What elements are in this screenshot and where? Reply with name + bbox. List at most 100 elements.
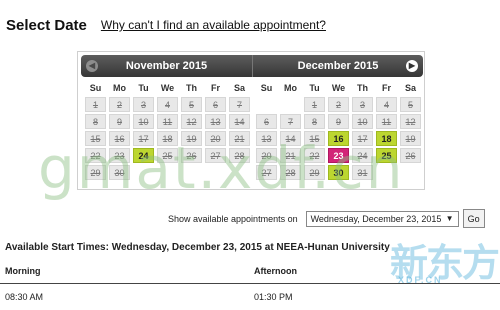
day-grid: Su Mo Tu We Th Fr Sa 1 2 3 4 5 6 7 8 9 10 11 12 13 14 15 16 17 1… bbox=[256, 81, 423, 180]
day-cell-unavailable: 8 bbox=[304, 114, 325, 129]
day-cell-unavailable: 4 bbox=[376, 97, 397, 112]
afternoon-label: Afternoon bbox=[254, 266, 297, 276]
weekday-label: Mo bbox=[284, 83, 297, 93]
day-cell-unavailable: 7 bbox=[229, 97, 250, 112]
weekday-label: Sa bbox=[233, 83, 245, 93]
day-cell-unavailable: 12 bbox=[400, 114, 421, 129]
month-header: ◀ November 2015 bbox=[81, 55, 252, 77]
day-empty bbox=[280, 97, 301, 112]
day-cell-unavailable: 10 bbox=[352, 114, 373, 129]
chevron-left-icon[interactable]: ◀ bbox=[86, 60, 98, 72]
day-empty bbox=[256, 97, 277, 112]
day-cell-unavailable: 14 bbox=[229, 114, 250, 129]
day-cell-unavailable: 14 bbox=[280, 131, 301, 146]
weekday-label: Fr bbox=[382, 83, 391, 93]
day-cell-unavailable: 11 bbox=[376, 114, 397, 129]
page-title: Select Date bbox=[6, 16, 87, 34]
weekday-label: We bbox=[160, 83, 175, 93]
weekday-label: Th bbox=[357, 83, 368, 93]
weekday-label: Mo bbox=[113, 83, 126, 93]
day-cell-unavailable: 22 bbox=[304, 148, 325, 163]
divider bbox=[0, 283, 500, 284]
day-cell-unavailable: 12 bbox=[181, 114, 202, 129]
day-cell-unavailable: 20 bbox=[205, 131, 226, 146]
day-cell-unavailable: 30 bbox=[109, 165, 130, 180]
date-select-value: Wednesday, December 23, 2015 bbox=[310, 213, 442, 224]
day-cell-unavailable: 21 bbox=[280, 148, 301, 163]
day-cell-unavailable: 1 bbox=[85, 97, 106, 112]
go-button[interactable]: Go bbox=[462, 209, 485, 228]
month-header: December 2015 ▶ bbox=[252, 55, 423, 77]
day-cell-unavailable: 10 bbox=[133, 114, 154, 129]
page-header: Select Date Why can't I find an availabl… bbox=[6, 13, 326, 37]
day-cell-unavailable: 22 bbox=[85, 148, 106, 163]
date-picker-row: Show available appointments on Wednesday… bbox=[168, 209, 485, 228]
day-cell-unavailable: 31 bbox=[352, 165, 373, 180]
day-cell-unavailable: 24 bbox=[352, 148, 373, 163]
day-cell-unavailable: 29 bbox=[304, 165, 325, 180]
day-cell-unavailable: 18 bbox=[157, 131, 178, 146]
day-cell-unavailable: 16 bbox=[109, 131, 130, 146]
calendar: ◀ November 2015 Su Mo Tu We Th Fr Sa 1 2 3 4 5 6 7 8 9 1… bbox=[77, 51, 425, 190]
day-cell-unavailable: 15 bbox=[304, 131, 325, 146]
weekday-label: Sa bbox=[404, 83, 416, 93]
day-cell-available[interactable]: 16 bbox=[328, 131, 349, 146]
day-cell-unavailable: 6 bbox=[256, 114, 277, 129]
day-cell-unavailable: 11 bbox=[157, 114, 178, 129]
day-cell-unavailable: 3 bbox=[133, 97, 154, 112]
time-slot-afternoon[interactable]: 01:30 PM bbox=[254, 292, 293, 302]
day-cell-unavailable: 27 bbox=[205, 148, 226, 163]
month-december: December 2015 ▶ Su Mo Tu We Th Fr Sa 1 2 3 4 5 6 7 8 9 1… bbox=[252, 55, 423, 180]
day-cell-unavailable: 21 bbox=[229, 131, 250, 146]
time-slot-morning[interactable]: 08:30 AM bbox=[5, 292, 43, 302]
day-cell-unavailable: 15 bbox=[85, 131, 106, 146]
day-cell-unavailable: 6 bbox=[205, 97, 226, 112]
day-cell-unavailable: 8 bbox=[85, 114, 106, 129]
day-cell-unavailable: 4 bbox=[157, 97, 178, 112]
xdf-logo: 新东方 bbox=[390, 241, 500, 285]
chevron-down-icon: ▼ bbox=[445, 214, 454, 223]
day-cell-unavailable: 20 bbox=[256, 148, 277, 163]
chevron-right-icon[interactable]: ▶ bbox=[406, 60, 418, 72]
day-cell-unavailable: 27 bbox=[256, 165, 277, 180]
day-cell-unavailable: 9 bbox=[328, 114, 349, 129]
day-cell-unavailable: 23 bbox=[109, 148, 130, 163]
day-cell-unavailable: 5 bbox=[400, 97, 421, 112]
day-cell-unavailable: 7 bbox=[280, 114, 301, 129]
weekday-label: Tu bbox=[309, 83, 320, 93]
day-cell-selected[interactable]: 23 bbox=[328, 148, 349, 163]
day-cell-unavailable: 17 bbox=[352, 131, 373, 146]
month-title: December 2015 bbox=[297, 60, 379, 72]
weekday-label: Su bbox=[260, 83, 273, 93]
day-cell-unavailable: 28 bbox=[229, 148, 250, 163]
weekday-label: Su bbox=[89, 83, 102, 93]
day-cell-unavailable: 26 bbox=[181, 148, 202, 163]
month-title: November 2015 bbox=[125, 60, 208, 72]
date-select[interactable]: Wednesday, December 23, 2015 ▼ bbox=[305, 210, 459, 227]
day-cell-unavailable: 13 bbox=[256, 131, 277, 146]
available-times-header: Available Start Times: Wednesday, Decemb… bbox=[5, 242, 390, 253]
day-cell-unavailable: 26 bbox=[400, 148, 421, 163]
day-cell-unavailable: 25 bbox=[157, 148, 178, 163]
help-link[interactable]: Why can't I find an available appointmen… bbox=[101, 18, 326, 32]
day-cell-unavailable: 28 bbox=[280, 165, 301, 180]
day-cell-unavailable: 19 bbox=[181, 131, 202, 146]
day-cell-unavailable: 17 bbox=[133, 131, 154, 146]
day-cell-unavailable: 3 bbox=[352, 97, 373, 112]
day-cell-available[interactable]: 30 bbox=[328, 165, 349, 180]
day-cell-unavailable: 29 bbox=[85, 165, 106, 180]
weekday-label: We bbox=[331, 83, 346, 93]
day-cell-unavailable: 1 bbox=[304, 97, 325, 112]
day-cell-available[interactable]: 18 bbox=[376, 131, 397, 146]
day-cell-unavailable: 2 bbox=[109, 97, 130, 112]
day-cell-available[interactable]: 24 bbox=[133, 148, 154, 163]
weekday-label: Th bbox=[186, 83, 197, 93]
day-cell-available[interactable]: 25 bbox=[376, 148, 397, 163]
weekday-label: Fr bbox=[211, 83, 220, 93]
day-cell-unavailable: 2 bbox=[328, 97, 349, 112]
day-cell-unavailable: 13 bbox=[205, 114, 226, 129]
day-grid: Su Mo Tu We Th Fr Sa 1 2 3 4 5 6 7 8 9 10 11 12 13 14 15 16 17 1… bbox=[85, 81, 252, 180]
day-cell-unavailable: 5 bbox=[181, 97, 202, 112]
day-cell-unavailable: 9 bbox=[109, 114, 130, 129]
day-cell-unavailable: 19 bbox=[400, 131, 421, 146]
